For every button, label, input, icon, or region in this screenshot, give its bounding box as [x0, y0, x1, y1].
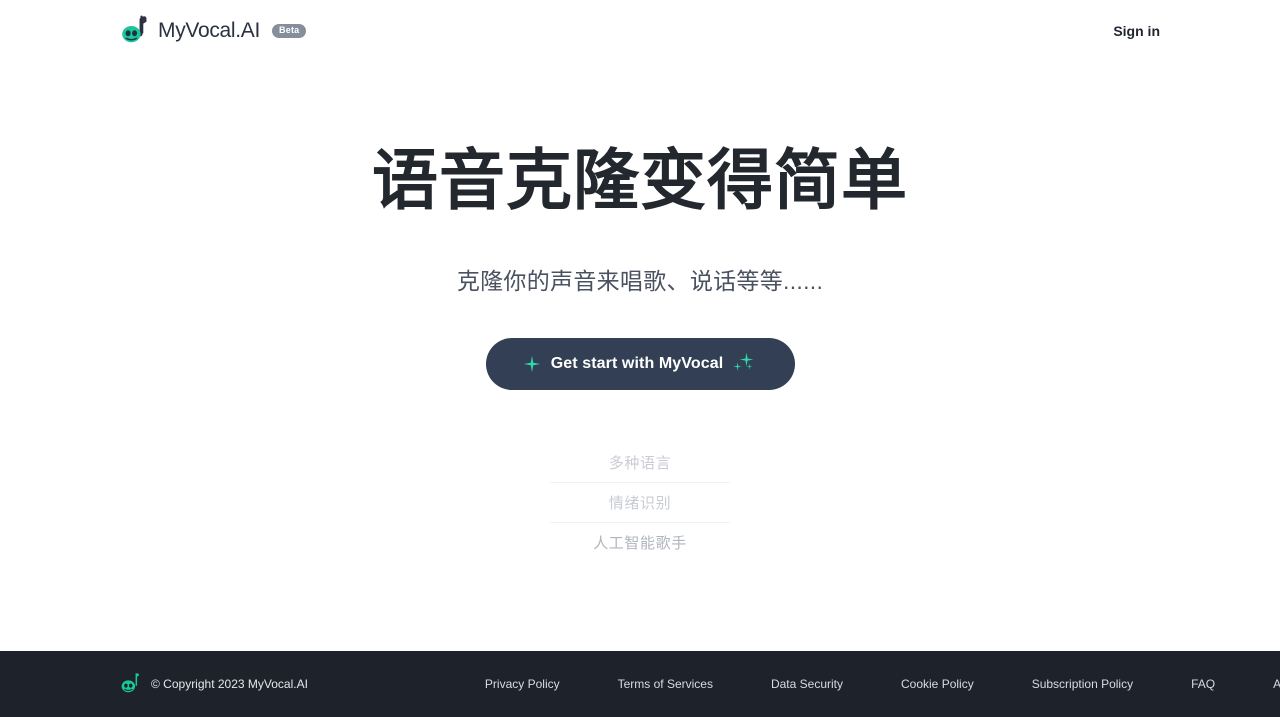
site-footer: © Copyright 2023 MyVocal.AI Privacy Poli…: [0, 651, 1280, 717]
sparkle-cluster-icon: [733, 352, 757, 376]
sparkle-tiny-icon: [746, 363, 754, 370]
footer-brand-group: © Copyright 2023 MyVocal.AI: [120, 672, 308, 696]
landing-page: MyVocal.AI Beta Sign in 语音克隆变得简单 克隆你的声音来…: [0, 0, 1280, 717]
footer-link-privacy-policy[interactable]: Privacy Policy: [485, 677, 589, 691]
feature-list: 多种语言 情绪识别 人工智能歌手: [550, 443, 730, 562]
brand-name: MyVocal.AI: [158, 19, 261, 42]
footer-link-faq[interactable]: FAQ: [1162, 677, 1244, 691]
beta-badge: Beta: [272, 24, 307, 38]
get-started-button[interactable]: Get start with MyVocal: [485, 337, 795, 390]
get-started-button-label: Get start with MyVocal: [550, 354, 724, 372]
feature-item-ai-singer[interactable]: 人工智能歌手: [550, 523, 730, 562]
footer-links: Privacy Policy Terms of Services Data Se…: [485, 677, 1280, 691]
feature-item-emotion[interactable]: 情绪识别: [550, 481, 730, 523]
footer-link-data-security[interactable]: Data Security: [742, 677, 872, 691]
music-note-logo-icon: [122, 15, 147, 43]
footer-link-about-us[interactable]: About us: [1244, 677, 1280, 691]
hero-section: 语音克隆变得简单 克隆你的声音来唱歌、说话等等...... Get start …: [0, 62, 1280, 651]
hero-subtitle: 克隆你的声音来唱歌、说话等等......: [456, 267, 824, 294]
site-header: MyVocal.AI Beta Sign in: [0, 0, 1280, 62]
footer-link-terms-of-services[interactable]: Terms of Services: [589, 677, 742, 691]
sign-in-link[interactable]: Sign in: [1113, 23, 1160, 39]
page-title: 语音克隆变得简单: [372, 143, 908, 217]
feature-item-languages[interactable]: 多种语言: [550, 443, 730, 482]
brand-logo-group[interactable]: MyVocal.AI Beta: [120, 15, 307, 47]
sparkle-small-icon: [733, 362, 742, 371]
sparkle-icon: [523, 355, 540, 373]
music-note-logo-icon: [121, 673, 139, 693]
footer-link-subscription-policy[interactable]: Subscription Policy: [1003, 677, 1162, 691]
copyright-text: © Copyright 2023 MyVocal.AI: [151, 677, 308, 691]
footer-link-cookie-policy[interactable]: Cookie Policy: [872, 677, 1003, 691]
